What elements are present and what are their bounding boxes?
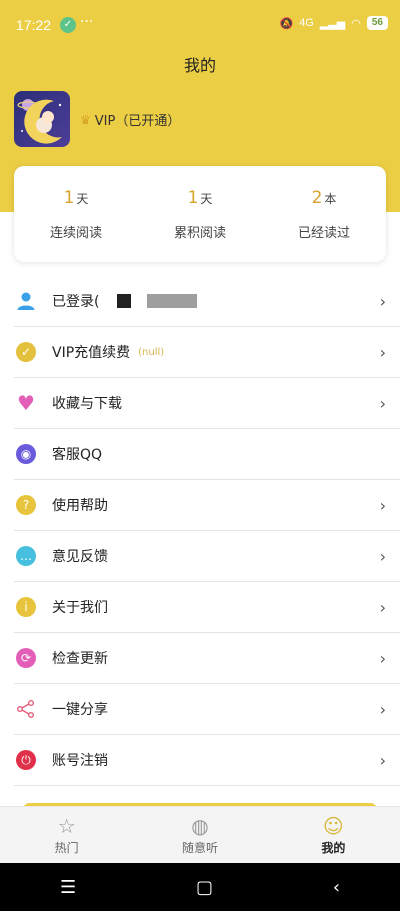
stat-value: 1 <box>63 188 75 208</box>
signal-icon: ▂▃▅ <box>319 17 346 30</box>
menu-label: 已登录( <box>52 294 100 310</box>
star-icon: ☆ <box>57 814 76 838</box>
stat-label: 已经读过 <box>297 226 350 241</box>
help-icon: ? <box>16 495 36 515</box>
stat-value: 1 <box>187 188 199 208</box>
stat-unit: 天 <box>200 192 213 206</box>
menu-label: 使用帮助 <box>52 498 108 514</box>
feedback-icon: … <box>16 546 36 566</box>
menu-item-support-qq[interactable]: ◉ 客服QQ <box>14 429 400 480</box>
chevron-right-icon: › <box>379 292 386 311</box>
tab-hot[interactable]: ☆ 热门 <box>0 807 133 863</box>
app-notification-icon: ✓ <box>60 17 76 33</box>
tab-random-listen[interactable]: ◍ 随意听 <box>133 807 266 863</box>
planet-icon: ◍ <box>191 814 209 838</box>
network-label: 4G <box>299 17 314 29</box>
redacted-block <box>147 294 198 308</box>
stat-books-read: 2本 已经读过 <box>262 166 386 262</box>
wifi-icon: ◠ <box>351 17 361 30</box>
chevron-right-icon: › <box>379 598 386 617</box>
status-icons: 🔕 4G ▂▃▅ ◠ 56 <box>279 16 388 30</box>
bottom-tab-bar: ☆ 热门 ◍ 随意听 ☺ 我的 <box>0 806 400 863</box>
menu-item-about[interactable]: i 关于我们 › <box>14 582 400 633</box>
vip-icon: ✓ <box>16 342 36 362</box>
stat-value: 2 <box>311 188 323 208</box>
stats-card: 1天 连续阅读 1天 累积阅读 2本 已经读过 <box>14 166 386 262</box>
chevron-right-icon: › <box>379 547 386 566</box>
menu-item-help[interactable]: ? 使用帮助 › <box>14 480 400 531</box>
menu-note: (null) <box>138 346 165 358</box>
menu-label: 账号注销 <box>52 753 108 769</box>
heart-icon: ♥ <box>17 391 35 415</box>
stat-total-reading: 1天 累积阅读 <box>138 166 262 262</box>
menu-label: 收藏与下载 <box>52 396 122 412</box>
menu-label: 意见反馈 <box>52 549 108 565</box>
redacted-block <box>117 294 132 308</box>
chevron-right-icon: › <box>379 700 386 719</box>
menu-item-check-update[interactable]: ⟳ 检查更新 › <box>14 633 400 684</box>
mute-icon: 🔕 <box>279 17 294 30</box>
battery-indicator: 56 <box>366 16 388 30</box>
chevron-right-icon: › <box>379 496 386 515</box>
info-icon: i <box>16 597 36 617</box>
user-icon <box>16 291 36 311</box>
tab-mine[interactable]: ☺ 我的 <box>267 807 400 863</box>
tab-label: 我的 <box>321 841 346 855</box>
menu-label: 一键分享 <box>52 702 108 718</box>
system-navigation-bar: ☰ ▢ ‹ <box>0 863 400 911</box>
chevron-right-icon: › <box>379 394 386 413</box>
tab-label: 热门 <box>54 841 79 855</box>
menu-icon[interactable]: ☰ <box>60 877 76 898</box>
vip-status-text: VIP（已开通） <box>94 114 181 129</box>
vip-status: ♛ VIP（已开通） <box>80 110 181 130</box>
stat-unit: 天 <box>76 192 89 206</box>
status-time: 17:22 <box>16 17 52 33</box>
menu-label: 关于我们 <box>52 600 108 616</box>
smile-icon: ☺ <box>322 814 344 838</box>
menu-item-login[interactable]: 已登录( › <box>14 276 400 327</box>
share-icon <box>16 699 36 719</box>
chevron-right-icon: › <box>379 649 386 668</box>
avatar[interactable] <box>14 91 70 147</box>
menu-item-favorites[interactable]: ♥ 收藏与下载 › <box>14 378 400 429</box>
menu-label: 检查更新 <box>52 651 108 667</box>
menu-item-delete-account[interactable]: ⏻ 账号注销 › <box>14 735 400 786</box>
menu-item-vip-recharge[interactable]: ✓ VIP充值续费 (null) › <box>14 327 400 378</box>
power-icon: ⏻ <box>16 750 36 770</box>
tab-label: 随意听 <box>181 841 218 855</box>
chevron-right-icon: › <box>379 751 386 770</box>
stat-unit: 本 <box>324 192 337 206</box>
chevron-right-icon: › <box>379 343 386 362</box>
crown-icon: ♛ <box>80 112 91 127</box>
menu-label: 客服QQ <box>52 447 103 463</box>
qq-icon: ◉ <box>16 444 36 464</box>
back-icon[interactable]: ‹ <box>333 877 340 898</box>
settings-menu: 已登录( › ✓ VIP充值续费 (null) › ♥ 收藏与下载 › ◉ 客服… <box>0 276 400 786</box>
home-icon[interactable]: ▢ <box>196 877 213 898</box>
status-bar: 17:22 ✓ ··· 🔕 4G ▂▃▅ ◠ 56 <box>0 0 400 50</box>
menu-label: VIP充值续费 <box>52 345 131 361</box>
menu-item-feedback[interactable]: … 意见反馈 › <box>14 531 400 582</box>
page-title: 我的 <box>183 56 216 75</box>
stat-continuous-reading: 1天 连续阅读 <box>14 166 138 262</box>
avatar-moon-image <box>17 99 62 144</box>
stat-label: 累积阅读 <box>173 226 226 241</box>
refresh-icon: ⟳ <box>16 648 36 668</box>
stat-label: 连续阅读 <box>49 226 102 241</box>
status-more-dots: ··· <box>80 14 94 30</box>
menu-item-share[interactable]: 一键分享 › <box>14 684 400 735</box>
